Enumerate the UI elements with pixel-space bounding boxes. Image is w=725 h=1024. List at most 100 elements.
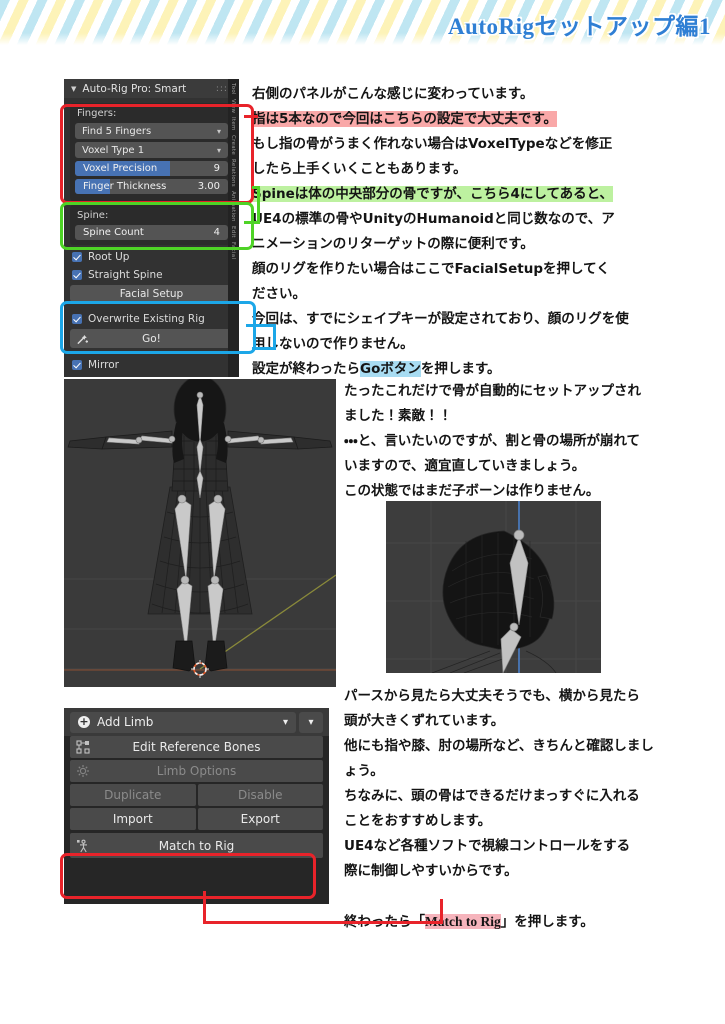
plain-text: UE4の標準の骨やUnityのHumanoidと同じ数なので、ア bbox=[252, 211, 615, 227]
magic-wand-icon bbox=[76, 332, 89, 345]
panel-tab[interactable]: Relations bbox=[230, 159, 236, 187]
smart-panel-body: Fingers: Find 5 Fingers ▾ Voxel Type 1 ▾… bbox=[64, 98, 239, 377]
gear-icon bbox=[76, 764, 90, 778]
add-limb-extra-dropdown[interactable]: ▾ bbox=[299, 711, 323, 733]
facial-setup-label: Facial Setup bbox=[119, 287, 184, 300]
text-line: したら上手くいくこともあります。 bbox=[252, 157, 629, 182]
match-to-rig-label: Match to Rig bbox=[158, 838, 235, 853]
plain-text: 右側のパネルがこんな感じに変わっています。 bbox=[252, 86, 534, 102]
auto-rig-pro-smart-panel: ▼ Auto-Rig Pro: Smart :::: Fingers: Find… bbox=[64, 79, 239, 377]
plain-text: ました！素敵！！ bbox=[344, 408, 452, 424]
facial-setup-button[interactable]: Facial Setup bbox=[70, 285, 233, 302]
text-line bbox=[344, 884, 654, 909]
finger-thickness-slider[interactable]: Finger Thickness 3.00 bbox=[75, 179, 228, 194]
plain-text: もし指の骨がうまく作れない場合はVoxelTypeなどを修正 bbox=[252, 136, 613, 152]
limb-options-label: Limb Options bbox=[156, 764, 237, 778]
text-line: 他にも指や膝、肘の場所など、きちんと確認しまし bbox=[344, 734, 654, 759]
limb-options-button[interactable]: Limb Options bbox=[70, 760, 323, 782]
match-annotation-connector-h bbox=[203, 921, 443, 924]
voxel-precision-slider[interactable]: Voxel Precision 9 bbox=[75, 161, 228, 176]
panel-tab[interactable]: Create bbox=[230, 135, 236, 155]
plain-text: 顔のリグを作りたい場合はここでFacialSetupを押してく bbox=[252, 261, 610, 277]
plain-text: 頭が大きくずれています。 bbox=[344, 713, 505, 729]
plain-text: 今回は、すでにシェイプキーが設定されており、顔のリグを使 bbox=[252, 311, 629, 327]
spine-count-slider[interactable]: Spine Count 4 bbox=[75, 225, 228, 240]
side-head-viewport[interactable] bbox=[386, 501, 601, 673]
text-line: 右側のパネルがこんな感じに変わっています。 bbox=[252, 82, 629, 107]
fingers-mode-value: Find 5 Fingers bbox=[82, 125, 152, 137]
fingers-mode-dropdown[interactable]: Find 5 Fingers ▾ bbox=[75, 123, 228, 139]
go-button[interactable]: Go! bbox=[70, 329, 233, 348]
root-up-label: Root Up bbox=[88, 251, 130, 263]
tutorial-page: AutoRigセットアップ編1 ▼ Auto-Rig Pro: Smart ::… bbox=[0, 0, 725, 1024]
mirror-label: Mirror bbox=[88, 359, 119, 371]
text-line: 顔のリグを作りたい場合はここでFacialSetupを押してく bbox=[252, 257, 629, 282]
checkbox-checked-icon bbox=[72, 314, 82, 324]
text-line: ちなみに、頭の骨はできるだけまっすぐに入れる bbox=[344, 784, 654, 809]
import-button[interactable]: Import bbox=[70, 808, 196, 830]
export-button[interactable]: Export bbox=[197, 808, 323, 830]
plain-text: ちなみに、頭の骨はできるだけまっすぐに入れる bbox=[344, 788, 640, 804]
text-block-top: 右側のパネルがこんな感じに変わっています。指は5本なので今回はこちらの設定で大丈… bbox=[252, 82, 629, 382]
voxel-type-dropdown[interactable]: Voxel Type 1 ▾ bbox=[75, 142, 228, 158]
smart-panel-header[interactable]: ▼ Auto-Rig Pro: Smart :::: bbox=[64, 79, 239, 98]
text-line: 際に制御しやすいからです。 bbox=[344, 859, 654, 884]
go-annotation-connector-h bbox=[246, 324, 276, 327]
plain-text: ことをおすすめします。 bbox=[344, 813, 492, 829]
overwrite-existing-rig-checkbox[interactable]: Overwrite Existing Rig bbox=[70, 311, 233, 327]
panel-tab[interactable]: Item bbox=[230, 117, 236, 131]
text-line: 指は5本なので今回はこちらの設定で大丈夫です。 bbox=[252, 107, 629, 132]
plain-text: 」を押します。 bbox=[500, 914, 594, 930]
finger-thickness-label: Finger Thickness bbox=[83, 181, 167, 192]
root-up-checkbox[interactable]: Root Up bbox=[70, 249, 233, 265]
page-title: AutoRigセットアップ編1 bbox=[447, 14, 711, 39]
text-line: Spineは体の中央部分の骨ですが、こちら4にしてあると、 bbox=[252, 182, 629, 207]
spine-group: Spine: Spine Count 4 bbox=[70, 205, 233, 245]
front-viewport-render bbox=[64, 379, 336, 687]
match-annotation-connector-v2 bbox=[440, 899, 443, 924]
edit-reference-bones-label: Edit Reference Bones bbox=[132, 740, 261, 754]
text-line: ょう。 bbox=[344, 759, 654, 784]
checkbox-checked-icon bbox=[72, 252, 82, 262]
disable-button[interactable]: Disable bbox=[197, 784, 323, 806]
panel-tab[interactable]: Tool bbox=[230, 83, 236, 95]
go-label: Go! bbox=[142, 332, 161, 345]
add-limb-label: Add Limb bbox=[97, 715, 154, 729]
plain-text: 他にも指や膝、肘の場所など、きちんと確認しまし bbox=[344, 738, 654, 754]
highlighted-text: Spineは体の中央部分の骨ですが、こちら4にしてあると、 bbox=[252, 186, 614, 202]
panel-tab[interactable]: View bbox=[230, 99, 236, 113]
panel-tab[interactable]: Edit bbox=[230, 226, 236, 238]
spine-count-value: 4 bbox=[213, 227, 220, 238]
panel-tab-strip[interactable]: Tool View Item Create Relations Animation Edit… bbox=[228, 79, 239, 377]
chevron-down-icon: ▾ bbox=[216, 145, 221, 155]
armature-icon bbox=[76, 838, 91, 853]
plain-text: パースから見たら大丈夫そうでも、横から見たら bbox=[344, 688, 640, 704]
plain-text: を押します。 bbox=[420, 361, 501, 377]
highlighted-text: Goボタン bbox=[360, 361, 421, 377]
mirror-checkbox[interactable]: Mirror bbox=[70, 357, 233, 373]
fingers-label: Fingers: bbox=[77, 108, 117, 119]
straight-spine-checkbox[interactable]: Straight Spine bbox=[70, 267, 233, 283]
triangle-down-icon[interactable]: ▼ bbox=[71, 85, 76, 93]
text-line: たったこれだけで骨が自動的にセットアップされ bbox=[344, 379, 641, 404]
duplicate-disable-row: Duplicate Disable bbox=[70, 784, 323, 806]
panel-tab[interactable]: Animation bbox=[230, 191, 236, 222]
fingers-annotation-connector bbox=[244, 115, 258, 118]
text-line: ました！素敵！！ bbox=[344, 404, 641, 429]
duplicate-button[interactable]: Duplicate bbox=[70, 784, 196, 806]
match-to-rig-button[interactable]: Match to Rig bbox=[70, 833, 323, 858]
plain-text: 設定が終わったら bbox=[252, 361, 360, 377]
edit-reference-bones-button[interactable]: Edit Reference Bones bbox=[70, 736, 323, 758]
straight-spine-label: Straight Spine bbox=[88, 269, 163, 281]
checkbox-checked-icon bbox=[72, 270, 82, 280]
voxel-type-value: Voxel Type 1 bbox=[82, 144, 145, 156]
add-limb-dropdown[interactable]: + Add Limb ▾ bbox=[70, 711, 296, 733]
plus-circle-icon: + bbox=[78, 715, 90, 728]
voxel-precision-value: 9 bbox=[213, 163, 220, 174]
go-annotation-connector-h2 bbox=[252, 347, 276, 350]
fingers-group: Fingers: Find 5 Fingers ▾ Voxel Type 1 ▾… bbox=[70, 103, 233, 201]
panel-tab[interactable]: Facial bbox=[230, 242, 236, 259]
bone-edit-icon bbox=[76, 740, 90, 754]
import-export-row: Import Export bbox=[70, 808, 323, 830]
front-orthographic-viewport[interactable] bbox=[64, 379, 336, 687]
